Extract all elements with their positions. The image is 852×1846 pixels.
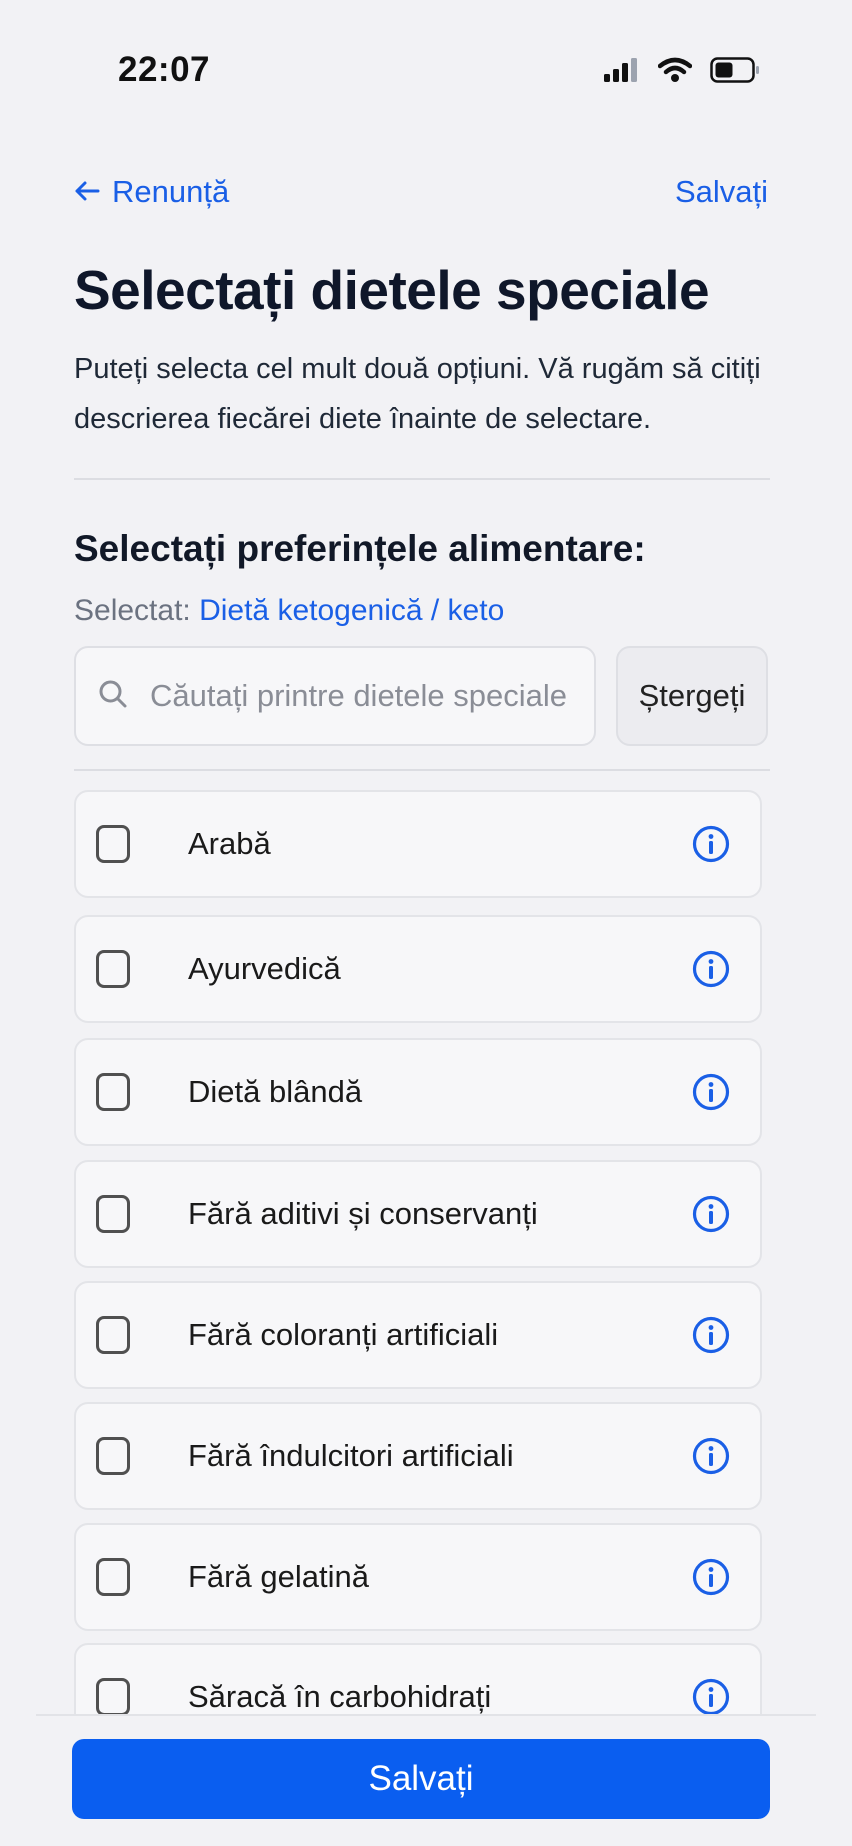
checkbox[interactable] — [96, 1195, 130, 1233]
info-icon[interactable] — [692, 1073, 730, 1111]
info-icon[interactable] — [692, 1195, 730, 1233]
diet-label: Fără coloranți artificiali — [188, 1317, 499, 1352]
checkbox[interactable] — [96, 1316, 130, 1354]
back-button-label: Renunță — [112, 174, 230, 209]
diet-label: Dietă blândă — [188, 1074, 363, 1109]
list-item[interactable]: Ayurvedică — [74, 915, 762, 1023]
checkbox[interactable] — [96, 1437, 130, 1475]
search-icon — [98, 679, 128, 714]
info-icon[interactable] — [692, 1316, 730, 1354]
selected-value: Dietă ketogenică / keto — [199, 594, 505, 627]
search-placeholder: Căutați printre dietele speciale — [150, 678, 568, 713]
status-icons — [604, 57, 760, 88]
info-icon[interactable] — [692, 950, 730, 988]
save-button[interactable]: Salvați — [72, 1739, 770, 1819]
list-item[interactable]: Arabă — [74, 790, 762, 898]
search-input[interactable]: Căutați printre dietele speciale — [74, 646, 596, 746]
footer-divider — [36, 1714, 816, 1716]
diet-label: Fără gelatină — [188, 1559, 369, 1594]
list-item[interactable]: Fără aditivi și conservanți — [74, 1160, 762, 1268]
signal-icon — [604, 58, 640, 87]
diet-label: Arabă — [188, 826, 271, 861]
page-title: Selectați dietele speciale — [74, 259, 710, 321]
diet-list: Arabă Ayurvedică Dietă blândă Fără aditi… — [74, 790, 762, 1714]
arrow-left-icon — [74, 174, 100, 210]
checkbox[interactable] — [96, 825, 130, 863]
info-icon[interactable] — [692, 1678, 730, 1714]
checkbox[interactable] — [96, 950, 130, 988]
page-description: Puteți selecta cel mult două opțiuni. Vă… — [74, 353, 761, 435]
nav-save-button[interactable]: Salvați — [675, 174, 768, 210]
checkbox[interactable] — [96, 1678, 130, 1714]
list-item[interactable]: Fără gelatină — [74, 1523, 762, 1631]
diet-label: Fără aditivi și conservanți — [188, 1196, 538, 1231]
top-nav: Renunță Salvați — [74, 168, 768, 216]
list-item[interactable]: Fără îndulcitori artificiali — [74, 1402, 762, 1510]
section-divider — [74, 478, 770, 480]
wifi-icon — [657, 57, 693, 88]
checkbox[interactable] — [96, 1073, 130, 1111]
checkbox[interactable] — [96, 1558, 130, 1596]
selected-prefix: Selectat: — [74, 594, 191, 627]
battery-icon — [710, 57, 760, 88]
selected-summary: Selectat: Dietă ketogenică / keto — [74, 594, 504, 628]
clear-button[interactable]: Ștergeți — [616, 646, 768, 746]
diet-label: Săracă în carbohidrați — [188, 1679, 492, 1714]
list-item[interactable]: Dietă blândă — [74, 1038, 762, 1146]
back-button[interactable]: Renunță — [74, 174, 229, 210]
status-time: 22:07 — [118, 50, 211, 89]
diet-label: Fără îndulcitori artificiali — [188, 1438, 514, 1473]
info-icon[interactable] — [692, 1437, 730, 1475]
info-icon[interactable] — [692, 1558, 730, 1596]
info-icon[interactable] — [692, 825, 730, 863]
list-item[interactable]: Fără coloranți artificiali — [74, 1281, 762, 1389]
status-bar: 22:07 — [0, 0, 852, 140]
list-divider — [74, 769, 770, 771]
diet-label: Ayurvedică — [188, 951, 341, 986]
preferences-title: Selectați preferințele alimentare: — [74, 528, 646, 569]
list-item[interactable]: Săracă în carbohidrați — [74, 1643, 762, 1714]
